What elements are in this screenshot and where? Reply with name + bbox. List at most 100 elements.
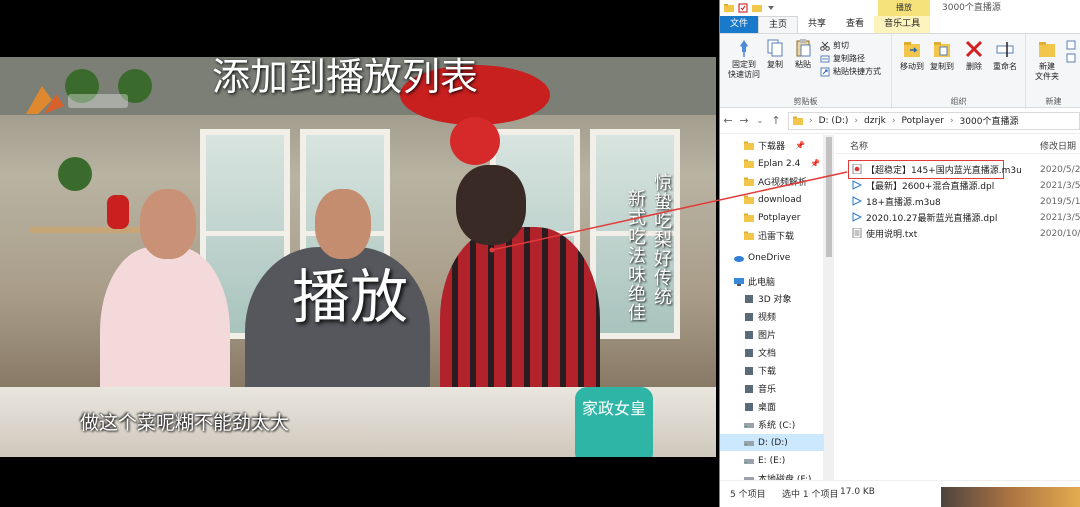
- nav-item[interactable]: AG视频解析: [720, 173, 807, 190]
- new-folder-icon[interactable]: [752, 3, 762, 13]
- organize-group-label: 组织: [950, 97, 967, 106]
- nav-item[interactable]: 此电脑: [720, 273, 775, 290]
- nav-item[interactable]: download: [720, 191, 802, 208]
- nav-item[interactable]: 桌面: [720, 398, 776, 415]
- scrollbar-thumb[interactable]: [826, 137, 832, 257]
- nav-item[interactable]: D: (D:): [720, 434, 824, 451]
- column-header-date[interactable]: 修改日期: [1040, 139, 1076, 152]
- file-row[interactable]: 【最新】2600+混合直播源.dpl 2021/3/5: [836, 177, 1080, 194]
- nav-item[interactable]: 3D 对象: [720, 290, 792, 307]
- nav-item-label: 系统 (C:): [758, 421, 796, 431]
- forward-arrow-icon[interactable]: →: [736, 114, 752, 127]
- pin-quick-access-button[interactable]: 固定到 快速访问: [726, 38, 762, 80]
- file-date: 2019/5/1: [1040, 196, 1080, 207]
- add-to-playlist-overlay: 添加到播放列表: [212, 55, 479, 99]
- copy-button[interactable]: 复制: [764, 38, 786, 70]
- breadcrumb-separator: ›: [949, 115, 954, 126]
- address-bar[interactable]: › D: (D:) › dzrjk › Potplayer › 3000个直播源: [788, 111, 1080, 130]
- special-icon: [745, 294, 753, 303]
- paste-shortcut-button[interactable]: 粘贴快捷方式: [820, 66, 881, 77]
- video-scene-plant: [58, 157, 92, 191]
- drive-icon: [744, 440, 754, 446]
- up-arrow-icon[interactable]: ↑: [768, 114, 784, 127]
- nav-item[interactable]: E: (E:): [720, 452, 785, 469]
- nav-item[interactable]: 系统 (C:): [720, 416, 795, 433]
- move-to-button[interactable]: 移动到: [898, 38, 926, 72]
- file-explorer-window[interactable]: 播放 3000个直播源 文件 主页 共享 查看 音乐工具 固定到 快速访问 复制…: [719, 0, 1080, 507]
- rename-button[interactable]: 重命名: [990, 38, 1020, 72]
- folder-icon: [744, 177, 754, 186]
- breadcrumb-potplayer[interactable]: Potplayer: [902, 116, 944, 126]
- tab-view[interactable]: 查看: [836, 16, 874, 33]
- paste-label: 粘贴: [795, 60, 811, 69]
- nav-item-label: 3D 对象: [758, 295, 792, 305]
- explorer-content: 下载器 📌 Eplan 2.4 📌 AG视频解析 download Potplayer 迅雷下…: [720, 135, 1080, 485]
- nav-item[interactable]: 视频: [720, 308, 776, 325]
- tab-share[interactable]: 共享: [798, 16, 836, 33]
- special-icon: [745, 402, 753, 411]
- video-subtitle: 做这个菜呢糊不能劲太大: [80, 412, 290, 434]
- pin-quick-access-label: 固定到 快速访问: [728, 60, 760, 79]
- nav-item[interactable]: Eplan 2.4 📌: [720, 155, 820, 172]
- show-badge-text: 家政女皇: [581, 399, 646, 418]
- copy-path-button[interactable]: 复制路径: [820, 53, 865, 64]
- nav-item[interactable]: 下载: [720, 362, 776, 379]
- context-tab-play[interactable]: 播放: [878, 0, 930, 16]
- video-scene-person-head: [456, 165, 526, 245]
- nav-item[interactable]: 文档: [720, 344, 776, 361]
- delete-label: 删除: [966, 62, 982, 71]
- new-folder-button[interactable]: 新建 文件夹: [1032, 38, 1062, 82]
- file-row[interactable]: 使用说明.txt 2020/10/: [836, 225, 1080, 242]
- file-row[interactable]: 2020.10.27最新蓝光直播源.dpl 2021/3/5: [836, 209, 1080, 226]
- cut-button[interactable]: 剪切: [820, 40, 849, 51]
- nav-item-label: Eplan 2.4: [758, 158, 801, 169]
- breadcrumb-separator: ›: [809, 115, 813, 126]
- nav-item[interactable]: OneDrive: [720, 249, 790, 266]
- file-row[interactable]: 18+直播源.m3u8 2019/5/1: [836, 193, 1080, 210]
- video-player[interactable]: 家政女皇 惊蛰吃梨好传统 新式吃法味绝佳 添加到播放列表 播放 做这个菜呢糊不能…: [0, 0, 716, 507]
- folder-icon: [744, 231, 754, 240]
- nav-item[interactable]: 迅雷下载: [720, 227, 794, 244]
- clipboard-group-label: 剪贴板: [793, 97, 818, 106]
- new-folder-label: 新建 文件夹: [1035, 62, 1059, 81]
- nav-item-label: OneDrive: [748, 252, 791, 263]
- navigation-scrollbar[interactable]: [824, 135, 834, 480]
- file-date: 2021/3/5: [1040, 212, 1080, 223]
- new-folder-icon: [1039, 42, 1055, 57]
- pin-icon[interactable]: 📌: [810, 159, 820, 168]
- rename-icon: [996, 42, 1014, 57]
- nav-item[interactable]: 图片: [720, 326, 776, 343]
- play-overlay-label: 播放: [292, 263, 409, 331]
- file-row[interactable]: 【超稳定】145+国内蓝光直播源.m3u 2020/5/2: [836, 160, 1080, 179]
- pin-icon[interactable]: 📌: [795, 141, 805, 150]
- breadcrumb-current[interactable]: 3000个直播源: [960, 114, 1019, 127]
- recent-locations-icon[interactable]: ⌄: [752, 116, 768, 125]
- nav-item[interactable]: Potplayer: [720, 209, 800, 226]
- folder-icon: [744, 213, 754, 222]
- tab-music-tools[interactable]: 音乐工具: [874, 16, 931, 33]
- special-icon: [745, 384, 753, 393]
- pin-icon: [740, 40, 748, 57]
- file-name: 【超稳定】145+国内蓝光直播源.m3u: [866, 166, 1022, 176]
- customize-quick-access-icon[interactable]: [766, 3, 776, 13]
- back-arrow-icon[interactable]: ←: [720, 114, 736, 127]
- column-header-name[interactable]: 名称: [850, 139, 868, 152]
- tab-file[interactable]: 文件: [720, 16, 759, 33]
- navigation-pane[interactable]: 下载器 📌 Eplan 2.4 📌 AG视频解析 download Potplayer 迅雷下…: [720, 135, 824, 485]
- title-bar[interactable]: 播放 3000个直播源: [720, 0, 1080, 16]
- clipboard-group: 固定到 快速访问 复制 粘贴 剪切 复制路径 粘贴快捷方式 剪贴板: [720, 34, 892, 109]
- file-list[interactable]: 名称 修改日期 【超稳定】145+国内蓝光直播源.m3u 2020/5/2 【最新】…: [836, 135, 1080, 480]
- status-bar: 5 个项目 选中 1 个项目 17.0 KB: [720, 480, 1080, 507]
- copy-to-button[interactable]: 复制到: [928, 38, 956, 72]
- paste-button[interactable]: 粘贴: [792, 38, 814, 70]
- tab-home[interactable]: 主页: [758, 16, 799, 33]
- breadcrumb-dzrjk[interactable]: dzrjk: [864, 116, 886, 126]
- new-item-icon[interactable]: [1066, 40, 1076, 70]
- breadcrumb-drive[interactable]: D: (D:): [819, 116, 849, 126]
- file-date: 2021/3/5: [1040, 180, 1080, 191]
- delete-button[interactable]: 删除: [962, 38, 986, 72]
- properties-icon[interactable]: [738, 3, 748, 13]
- ribbon-tabs: 文件 主页 共享 查看 音乐工具: [720, 16, 1080, 33]
- nav-item[interactable]: 音乐: [720, 380, 776, 397]
- nav-item[interactable]: 下载器 📌: [720, 137, 805, 154]
